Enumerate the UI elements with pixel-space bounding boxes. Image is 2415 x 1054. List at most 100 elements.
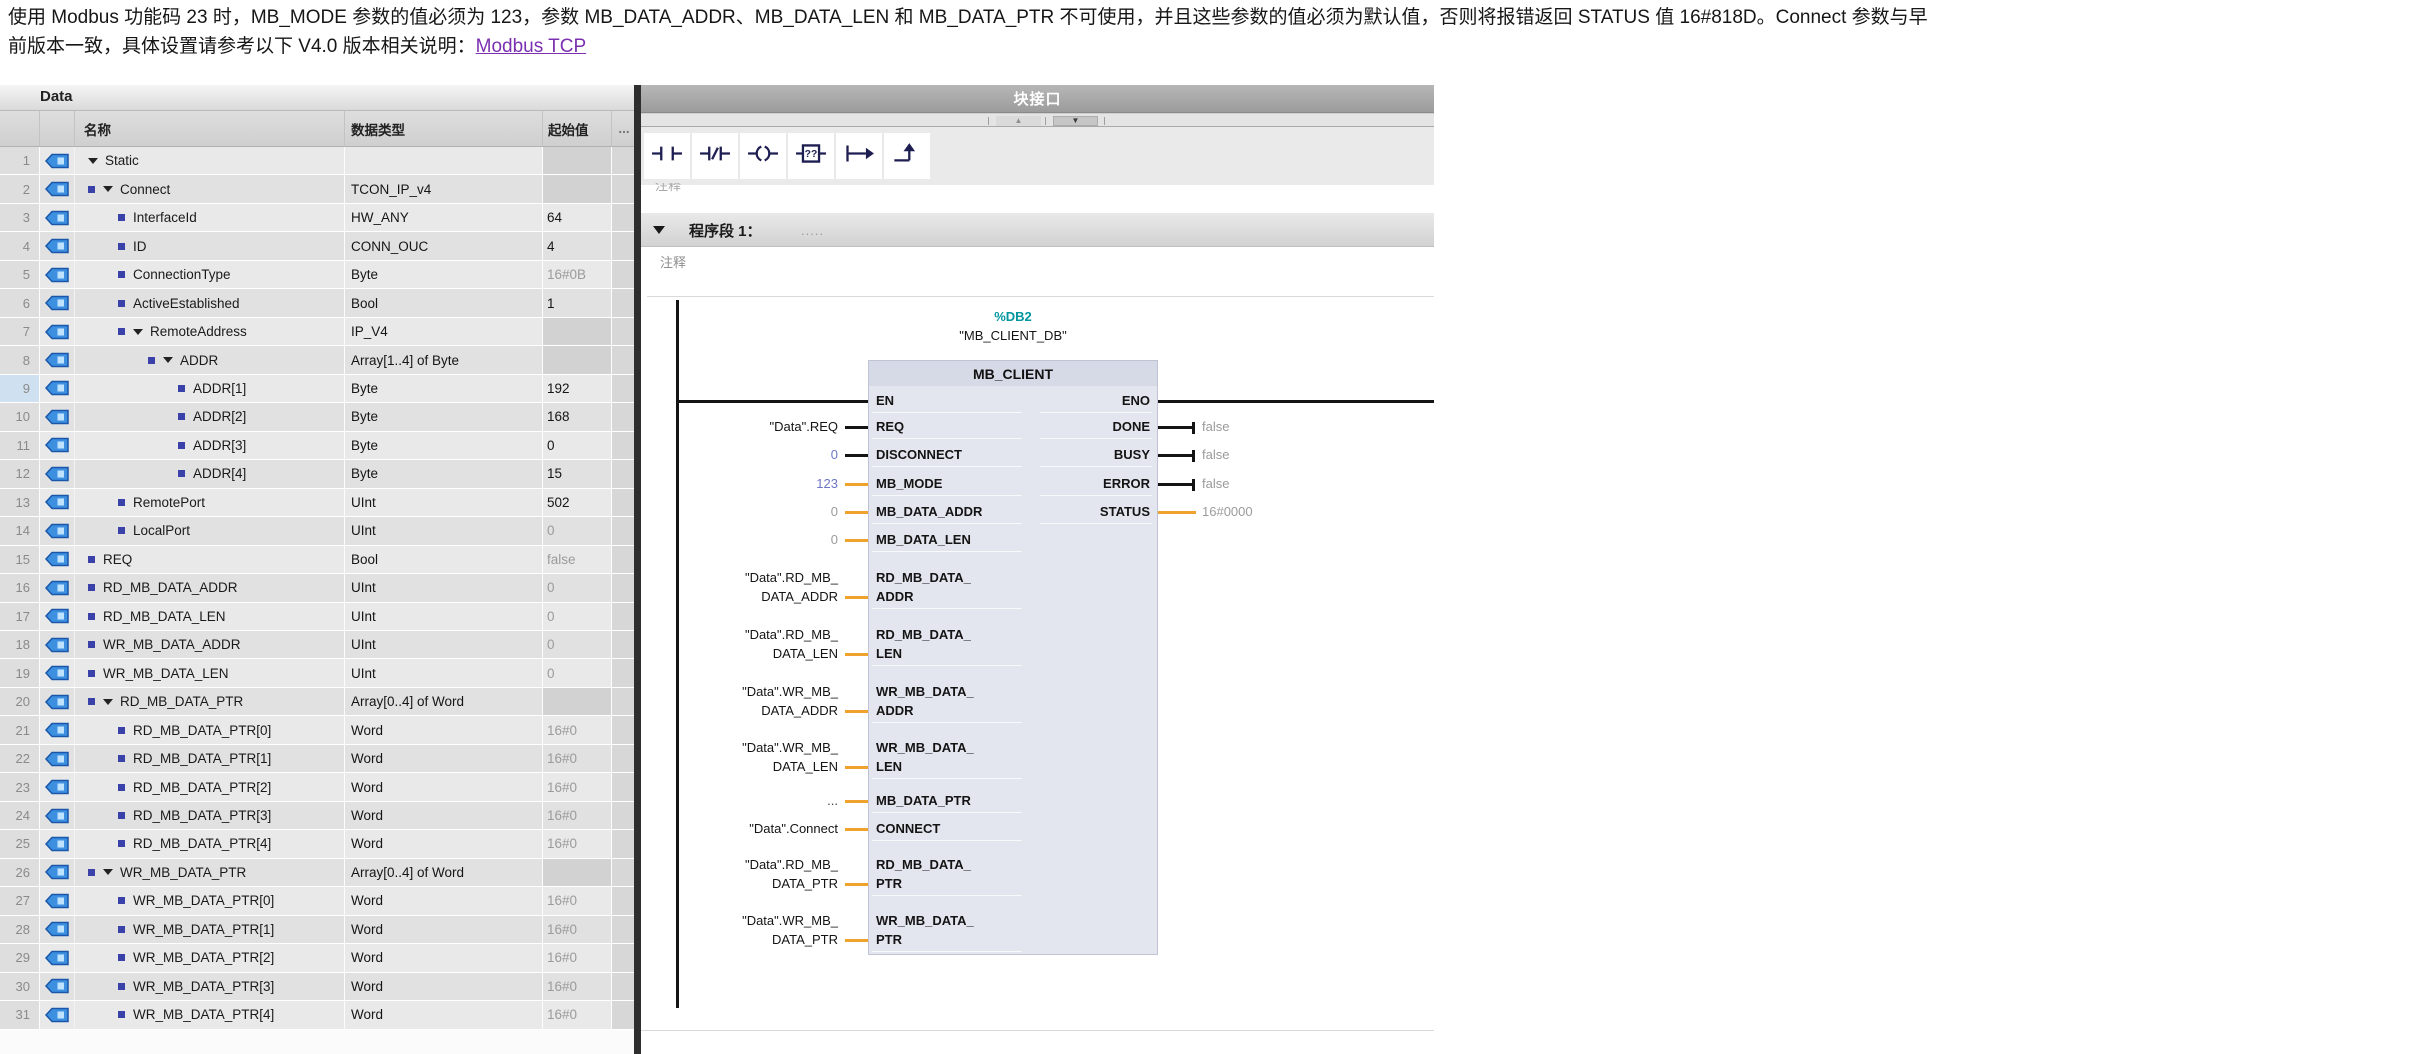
var-type-cell[interactable]: Word bbox=[345, 745, 543, 772]
var-type-cell[interactable]: Byte bbox=[345, 460, 543, 487]
table-row[interactable]: 22RD_MB_DATA_PTR[1]Word16#0 bbox=[0, 745, 637, 773]
header-startvalue[interactable]: 起始值 bbox=[543, 111, 612, 146]
var-name-cell[interactable]: RD_MB_DATA_PTR[0] bbox=[75, 716, 345, 743]
var-name-cell[interactable]: WR_MB_DATA_PTR[4] bbox=[75, 1001, 345, 1028]
pin-operand[interactable]: "Data".WR_MB_ bbox=[600, 684, 838, 699]
var-name-cell[interactable]: ConnectionType bbox=[75, 261, 345, 288]
table-row[interactable]: 23RD_MB_DATA_PTR[2]Word16#0 bbox=[0, 773, 637, 801]
expand-arrow-icon[interactable] bbox=[103, 869, 113, 875]
output-monitor-value[interactable]: 16#0000 bbox=[1202, 504, 1312, 519]
pin-operand[interactable]: DATA_PTR bbox=[600, 932, 838, 947]
var-name-cell[interactable]: Static bbox=[75, 147, 345, 174]
var-name-cell[interactable]: RD_MB_DATA_PTR[3] bbox=[75, 802, 345, 829]
coil-button[interactable] bbox=[740, 133, 786, 179]
var-type-cell[interactable]: UInt bbox=[345, 574, 543, 601]
var-name-cell[interactable]: ADDR[1] bbox=[75, 375, 345, 402]
table-row[interactable]: 30WR_MB_DATA_PTR[3]Word16#0 bbox=[0, 973, 637, 1001]
normally-closed-contact-button[interactable] bbox=[692, 133, 738, 179]
table-row[interactable]: 12ADDR[4]Byte15 bbox=[0, 460, 637, 488]
var-name-cell[interactable]: WR_MB_DATA_PTR[0] bbox=[75, 887, 345, 914]
pin-operand[interactable]: DATA_ADDR bbox=[600, 703, 838, 718]
output-monitor-value[interactable]: false bbox=[1202, 476, 1312, 491]
var-type-cell[interactable]: Bool bbox=[345, 289, 543, 316]
network-title-placeholder[interactable]: ..... bbox=[801, 223, 824, 238]
table-row[interactable]: 26WR_MB_DATA_PTRArray[0..4] of Word bbox=[0, 859, 637, 887]
header-name[interactable]: 名称 bbox=[75, 111, 345, 146]
var-type-cell[interactable]: Word bbox=[345, 973, 543, 1000]
var-type-cell[interactable]: UInt bbox=[345, 517, 543, 544]
var-start-value-cell[interactable]: 16#0 bbox=[543, 973, 612, 1000]
table-row[interactable]: 2ConnectTCON_IP_v4 bbox=[0, 175, 637, 203]
table-row[interactable]: 25RD_MB_DATA_PTR[4]Word16#0 bbox=[0, 830, 637, 858]
block-interface-header[interactable]: 块接口 bbox=[641, 85, 1434, 113]
var-start-value-cell[interactable] bbox=[543, 147, 612, 174]
var-type-cell[interactable]: Word bbox=[345, 830, 543, 857]
table-row[interactable]: 10ADDR[2]Byte168 bbox=[0, 403, 637, 431]
var-type-cell[interactable]: UInt bbox=[345, 659, 543, 686]
var-name-cell[interactable]: RD_MB_DATA_PTR[1] bbox=[75, 745, 345, 772]
var-type-cell[interactable]: TCON_IP_v4 bbox=[345, 175, 543, 202]
open-branch-button[interactable] bbox=[836, 133, 882, 179]
var-start-value-cell[interactable]: 1 bbox=[543, 289, 612, 316]
header-datatype[interactable]: 数据类型 bbox=[345, 111, 543, 146]
pin-operand[interactable]: DATA_ADDR bbox=[600, 589, 838, 604]
pin-operand[interactable]: 123 bbox=[600, 476, 838, 491]
network-comment[interactable]: 注释 bbox=[660, 252, 686, 271]
splitter-expand-button[interactable]: ▼ bbox=[1053, 116, 1098, 126]
var-type-cell[interactable]: Word bbox=[345, 944, 543, 971]
interface-splitter-bar[interactable]: ▲ ▼ bbox=[641, 113, 1434, 127]
var-name-cell[interactable]: RD_MB_DATA_PTR bbox=[75, 688, 345, 715]
var-name-cell[interactable]: ADDR bbox=[75, 346, 345, 373]
table-row[interactable]: 17RD_MB_DATA_LENUInt0 bbox=[0, 603, 637, 631]
output-monitor-value[interactable]: false bbox=[1202, 419, 1312, 434]
var-name-cell[interactable]: RD_MB_DATA_LEN bbox=[75, 603, 345, 630]
var-type-cell[interactable]: Word bbox=[345, 887, 543, 914]
var-type-cell[interactable]: UInt bbox=[345, 631, 543, 658]
pin-operand[interactable]: "Data".Connect bbox=[600, 821, 838, 836]
table-row[interactable]: 21RD_MB_DATA_PTR[0]Word16#0 bbox=[0, 716, 637, 744]
table-row[interactable]: 18WR_MB_DATA_ADDRUInt0 bbox=[0, 631, 637, 659]
table-row[interactable]: 13RemotePortUInt502 bbox=[0, 489, 637, 517]
table-row[interactable]: 6ActiveEstablishedBool1 bbox=[0, 289, 637, 317]
var-start-value-cell[interactable] bbox=[543, 346, 612, 373]
output-monitor-value[interactable]: false bbox=[1202, 447, 1312, 462]
table-row[interactable]: 7RemoteAddressIP_V4 bbox=[0, 318, 637, 346]
var-type-cell[interactable]: Word bbox=[345, 773, 543, 800]
expand-arrow-icon[interactable] bbox=[103, 699, 113, 705]
var-name-cell[interactable]: RD_MB_DATA_ADDR bbox=[75, 574, 345, 601]
var-type-cell[interactable]: CONN_OUC bbox=[345, 232, 543, 259]
var-name-cell[interactable]: ActiveEstablished bbox=[75, 289, 345, 316]
var-name-cell[interactable]: ADDR[3] bbox=[75, 432, 345, 459]
table-row[interactable]: 28WR_MB_DATA_PTR[1]Word16#0 bbox=[0, 916, 637, 944]
var-start-value-cell[interactable]: 4 bbox=[543, 232, 612, 259]
var-type-cell[interactable]: UInt bbox=[345, 603, 543, 630]
var-type-cell[interactable]: Array[0..4] of Word bbox=[345, 688, 543, 715]
var-type-cell[interactable]: Array[1..4] of Byte bbox=[345, 346, 543, 373]
instance-db-name[interactable]: "MB_CLIENT_DB" bbox=[868, 328, 1158, 343]
pin-operand[interactable]: "Data".RD_MB_ bbox=[600, 627, 838, 642]
var-type-cell[interactable]: Word bbox=[345, 1001, 543, 1028]
var-name-cell[interactable]: LocalPort bbox=[75, 517, 345, 544]
var-name-cell[interactable]: ADDR[4] bbox=[75, 460, 345, 487]
pin-operand[interactable]: 0 bbox=[600, 504, 838, 519]
var-type-cell[interactable] bbox=[345, 147, 543, 174]
var-type-cell[interactable]: Array[0..4] of Word bbox=[345, 859, 543, 886]
var-start-value-cell[interactable]: 16#0 bbox=[543, 1001, 612, 1028]
var-start-value-cell[interactable]: 16#0 bbox=[543, 944, 612, 971]
var-start-value-cell[interactable]: 16#0B bbox=[543, 261, 612, 288]
normally-open-contact-button[interactable] bbox=[644, 133, 690, 179]
network-title-bar[interactable]: 程序段 1： ..... bbox=[641, 213, 1434, 247]
var-type-cell[interactable]: Byte bbox=[345, 403, 543, 430]
var-type-cell[interactable]: Byte bbox=[345, 375, 543, 402]
var-name-cell[interactable]: RemotePort bbox=[75, 489, 345, 516]
var-name-cell[interactable]: RD_MB_DATA_PTR[2] bbox=[75, 773, 345, 800]
table-row[interactable]: 31WR_MB_DATA_PTR[4]Word16#0 bbox=[0, 1001, 637, 1029]
expand-arrow-icon[interactable] bbox=[103, 186, 113, 192]
var-name-cell[interactable]: Connect bbox=[75, 175, 345, 202]
table-row[interactable]: 8ADDRArray[1..4] of Byte bbox=[0, 346, 637, 374]
var-name-cell[interactable]: RD_MB_DATA_PTR[4] bbox=[75, 830, 345, 857]
var-name-cell[interactable]: REQ bbox=[75, 546, 345, 573]
var-type-cell[interactable]: Word bbox=[345, 916, 543, 943]
pin-operand[interactable]: "Data".WR_MB_ bbox=[600, 740, 838, 755]
var-type-cell[interactable]: HW_ANY bbox=[345, 204, 543, 231]
